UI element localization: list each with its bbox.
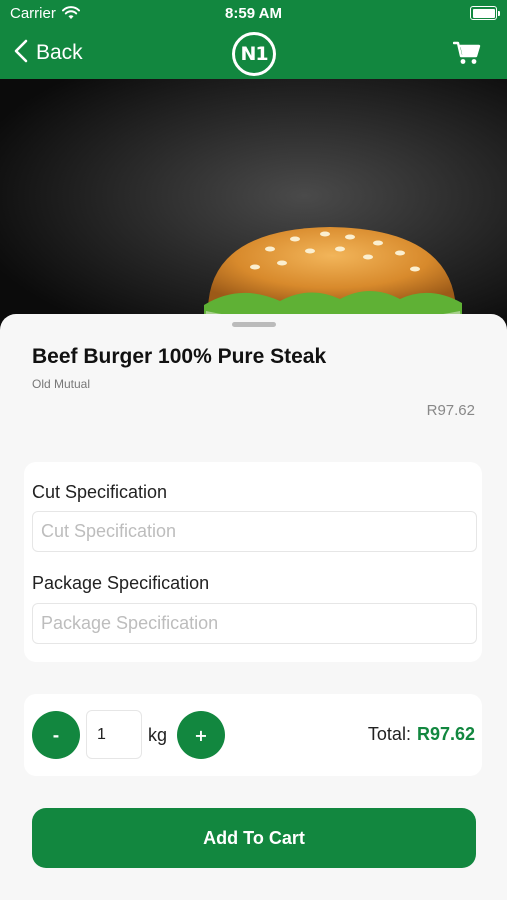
quantity-card: - kg + Total:R97.62 bbox=[24, 694, 482, 776]
cut-specification-input[interactable] bbox=[32, 511, 477, 552]
total-label: Total: bbox=[367, 724, 411, 744]
product-image bbox=[0, 79, 507, 339]
total-value: R97.62 bbox=[416, 724, 475, 744]
brand-logo: N1 bbox=[232, 32, 276, 76]
product-detail-sheet: Beef Burger 100% Pure Steak Old Mutual R… bbox=[0, 314, 507, 900]
product-vendor: Old Mutual bbox=[32, 377, 91, 391]
package-specification-label: Package Specification bbox=[32, 573, 210, 593]
status-bar: Carrier 8:59 AM bbox=[0, 0, 507, 28]
navigation-bar: Back N1 bbox=[0, 28, 507, 79]
total-summary: Total: R97.62 bbox=[368, 724, 475, 745]
chevron-left-icon bbox=[14, 39, 28, 68]
cart-button[interactable] bbox=[452, 40, 481, 66]
product-title: Beef Burger 100% Pure Steak bbox=[32, 345, 327, 368]
quantity-input[interactable] bbox=[86, 710, 142, 759]
package-specification-input[interactable] bbox=[32, 603, 477, 644]
add-to-cart-button[interactable]: Add To Cart bbox=[32, 808, 476, 868]
increase-quantity-button[interactable]: + bbox=[177, 711, 225, 759]
quantity-unit: kg bbox=[148, 725, 168, 745]
logo-text: N1 bbox=[240, 43, 268, 65]
cart-icon bbox=[452, 41, 481, 70]
product-price: R97.62 bbox=[426, 402, 475, 419]
specification-card: Cut Specification Package Specification bbox=[24, 462, 482, 662]
back-button[interactable]: Back bbox=[14, 38, 83, 68]
back-label: Back bbox=[36, 41, 83, 64]
drag-handle[interactable] bbox=[232, 322, 276, 327]
battery-icon bbox=[470, 6, 500, 20]
cut-specification-label: Cut Specification bbox=[32, 482, 168, 502]
decrease-quantity-button[interactable]: - bbox=[32, 711, 80, 759]
status-time: 8:59 AM bbox=[225, 5, 282, 22]
